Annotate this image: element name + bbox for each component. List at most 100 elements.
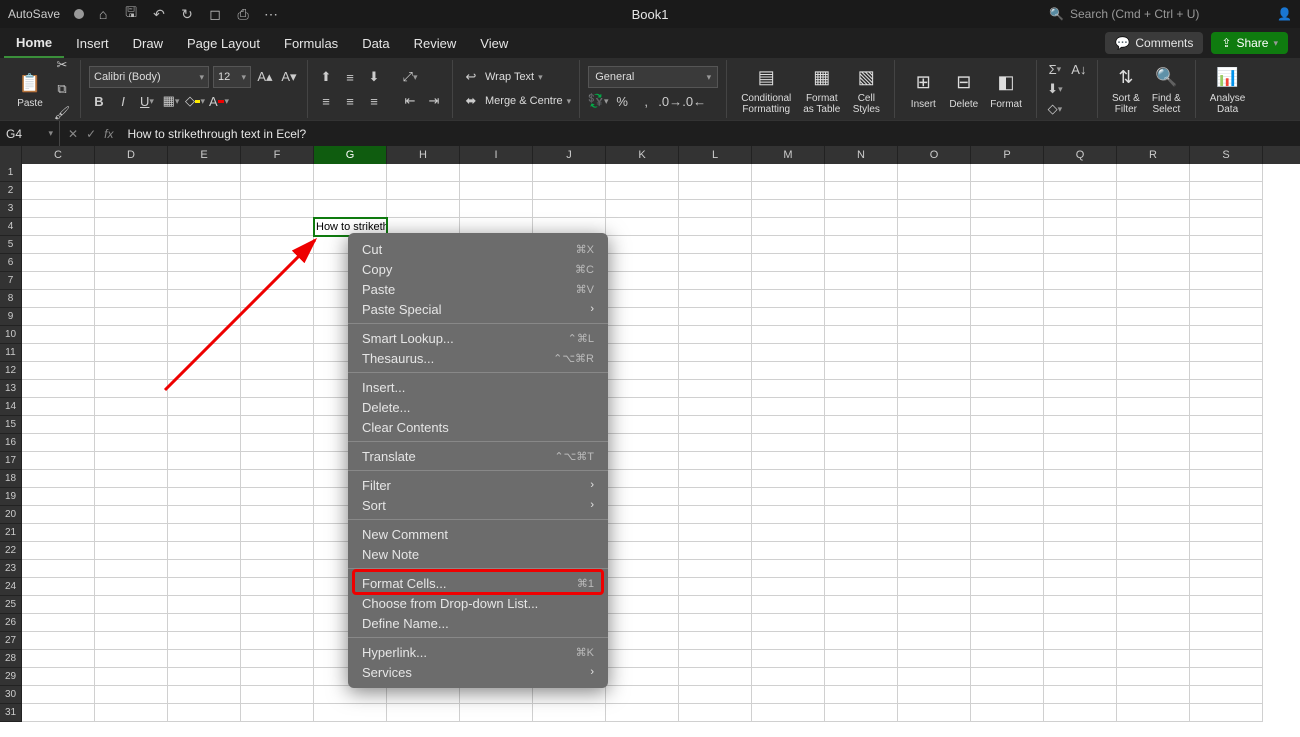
row-header[interactable]: 20	[0, 506, 22, 524]
column-header-L[interactable]: L	[679, 146, 752, 164]
more-icon[interactable]: ⋯	[262, 5, 280, 23]
cell[interactable]	[679, 668, 752, 686]
cell[interactable]	[898, 452, 971, 470]
cell[interactable]	[825, 272, 898, 290]
conditional-formatting-button[interactable]: ▤Conditional Formatting	[735, 60, 797, 118]
sort-filter-button[interactable]: ⇅Sort & Filter	[1106, 60, 1146, 118]
cell[interactable]	[22, 488, 95, 506]
cell[interactable]	[241, 542, 314, 560]
cell[interactable]	[1190, 452, 1263, 470]
cell[interactable]	[752, 290, 825, 308]
cell[interactable]	[898, 704, 971, 722]
cell[interactable]	[898, 380, 971, 398]
cell[interactable]	[1044, 254, 1117, 272]
cell[interactable]	[679, 218, 752, 236]
cell[interactable]	[825, 632, 898, 650]
cell[interactable]	[460, 704, 533, 722]
cell[interactable]	[22, 200, 95, 218]
cell[interactable]	[971, 506, 1044, 524]
cell[interactable]	[825, 254, 898, 272]
menu-item-new-comment[interactable]: New Comment	[348, 524, 608, 544]
cell[interactable]	[971, 326, 1044, 344]
cell[interactable]	[1044, 182, 1117, 200]
cell[interactable]	[168, 614, 241, 632]
cell[interactable]	[971, 290, 1044, 308]
cell[interactable]	[971, 542, 1044, 560]
cell[interactable]	[1117, 524, 1190, 542]
find-select-button[interactable]: 🔍Find & Select	[1146, 60, 1187, 118]
cell[interactable]	[898, 308, 971, 326]
cell[interactable]	[679, 164, 752, 182]
row-header[interactable]: 13	[0, 380, 22, 398]
menu-item-thesaurus[interactable]: Thesaurus...⌃⌥⌘R	[348, 348, 608, 368]
cell[interactable]	[898, 524, 971, 542]
cell[interactable]	[825, 398, 898, 416]
cell[interactable]	[1044, 380, 1117, 398]
cell[interactable]	[1044, 578, 1117, 596]
row-header[interactable]: 26	[0, 614, 22, 632]
cell[interactable]	[22, 632, 95, 650]
home-icon[interactable]: ⌂	[94, 5, 112, 23]
cell[interactable]	[606, 614, 679, 632]
cell[interactable]	[679, 272, 752, 290]
column-header-E[interactable]: E	[168, 146, 241, 164]
font-color-button[interactable]: A▾	[209, 91, 229, 111]
cell[interactable]	[679, 200, 752, 218]
increase-font-icon[interactable]: A▴	[255, 67, 275, 87]
menu-item-translate[interactable]: Translate⌃⌥⌘T	[348, 446, 608, 466]
cell[interactable]	[168, 560, 241, 578]
align-middle-icon[interactable]: ≡	[340, 67, 360, 87]
cell[interactable]	[168, 326, 241, 344]
cell[interactable]	[22, 290, 95, 308]
cell[interactable]	[1044, 668, 1117, 686]
cell[interactable]	[1117, 470, 1190, 488]
cell[interactable]	[825, 344, 898, 362]
cell[interactable]	[168, 470, 241, 488]
column-header-D[interactable]: D	[95, 146, 168, 164]
cell[interactable]	[679, 470, 752, 488]
cell[interactable]	[752, 182, 825, 200]
cell[interactable]	[898, 344, 971, 362]
cell[interactable]	[971, 488, 1044, 506]
cell[interactable]	[1044, 686, 1117, 704]
cell[interactable]	[606, 560, 679, 578]
column-header-G[interactable]: G	[314, 146, 387, 164]
cell[interactable]	[825, 236, 898, 254]
cell[interactable]	[95, 488, 168, 506]
row-header[interactable]: 10	[0, 326, 22, 344]
menu-item-hyperlink[interactable]: Hyperlink...⌘K	[348, 642, 608, 662]
cell[interactable]	[606, 470, 679, 488]
cell[interactable]	[825, 578, 898, 596]
cell[interactable]	[168, 398, 241, 416]
cell[interactable]	[898, 434, 971, 452]
autosum-icon[interactable]: Σ▾	[1045, 59, 1065, 79]
cell[interactable]	[1117, 434, 1190, 452]
row-header[interactable]: 25	[0, 596, 22, 614]
cell[interactable]	[1117, 164, 1190, 182]
cell[interactable]	[606, 668, 679, 686]
cell[interactable]	[1190, 506, 1263, 524]
cell[interactable]	[22, 542, 95, 560]
cell[interactable]	[971, 308, 1044, 326]
cell[interactable]	[168, 506, 241, 524]
cell[interactable]	[825, 668, 898, 686]
number-format-select[interactable]: General▾	[588, 66, 718, 88]
cell[interactable]	[1044, 506, 1117, 524]
menu-item-services[interactable]: Services›	[348, 662, 608, 682]
cell[interactable]	[22, 614, 95, 632]
cell[interactable]	[168, 362, 241, 380]
cell[interactable]	[241, 290, 314, 308]
column-header-S[interactable]: S	[1190, 146, 1263, 164]
cell[interactable]	[1044, 218, 1117, 236]
align-center-icon[interactable]: ≡	[340, 91, 360, 111]
cell[interactable]	[752, 236, 825, 254]
cell[interactable]	[168, 668, 241, 686]
row-header[interactable]: 16	[0, 434, 22, 452]
cell[interactable]	[825, 326, 898, 344]
cut-icon[interactable]: ✂	[52, 55, 72, 75]
cell[interactable]	[606, 254, 679, 272]
cell[interactable]	[241, 236, 314, 254]
row-header[interactable]: 22	[0, 542, 22, 560]
cell[interactable]	[168, 524, 241, 542]
cell[interactable]	[95, 560, 168, 578]
